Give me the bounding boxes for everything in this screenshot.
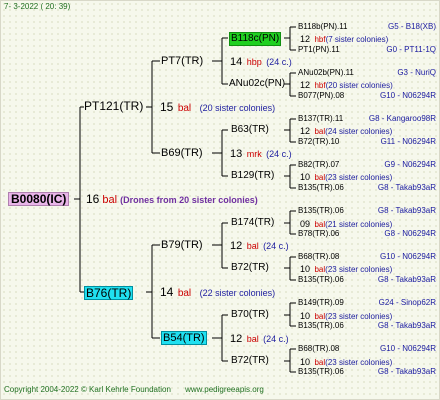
ancestor-gen4-name[interactable]: B135(TR).06 xyxy=(298,366,344,378)
gen1-2-num: 14 xyxy=(160,285,174,299)
ancestor-gen4-breeder-code: G3 - NuriQ xyxy=(397,68,436,77)
gen2-1-code: hbp xyxy=(246,57,262,67)
gen3-3-code: bal xyxy=(314,127,326,136)
queen-gen3-8[interactable]: B72(TR) xyxy=(231,355,269,367)
ancestor-gen4-name[interactable]: B135(TR).06 xyxy=(298,274,344,286)
gen2-4-info: 12 bal (24 c.) xyxy=(230,332,289,345)
gen2-3-code: bal xyxy=(246,241,259,251)
queen-gen2-3[interactable]: B79(TR) xyxy=(161,239,203,251)
gen2-2-num: 13 xyxy=(230,148,243,160)
gen2-1-note: (24 c.) xyxy=(266,57,292,67)
gen2-2-note: (24 c.) xyxy=(266,149,292,159)
gen2-2-info: 13 mrk (24 c.) xyxy=(230,147,292,160)
gen2-3-note: (24 c.) xyxy=(263,241,289,251)
gen3-2-code: hbf xyxy=(314,81,326,90)
ancestor-gen4-name[interactable]: PT1(PN).11 xyxy=(298,44,340,56)
gen1-2-info: 14 bal (22 sister colonies) xyxy=(160,286,275,300)
gen2-3-info: 12 bal (24 c.) xyxy=(230,239,289,252)
gen3-3-num: 12 xyxy=(300,126,311,136)
root-drone-count: 16 xyxy=(86,192,100,206)
gen3-4-note: (23 sister colonies) xyxy=(325,173,393,182)
copyright-text: Copyright 2004-2022 © Karl Kehrle Founda… xyxy=(4,385,171,394)
ancestor-gen4-breeder-code: G8 - Takab93aR xyxy=(377,206,436,215)
root-drone-note: (Drones from 20 sister colonies) xyxy=(120,195,258,205)
ancestor-gen4-name[interactable]: B78(TR).06 xyxy=(298,228,339,240)
ancestor-gen4-name[interactable]: B135(TR).06 xyxy=(298,182,344,194)
ancestor-gen4-breeder-code: G10 - N06294R xyxy=(379,252,436,261)
gen2-1-info: 14 hbp (24 c.) xyxy=(230,55,292,68)
gen1-2-note: (22 sister colonies) xyxy=(199,288,276,298)
gen3-2-num: 12 xyxy=(300,80,311,90)
ancestor-gen4-breeder-code: G5 - B18(XB) xyxy=(387,22,436,31)
ancestor-gen4-name[interactable]: B68(TR).08 xyxy=(298,251,339,263)
root-queen[interactable]: B0080(IC) xyxy=(8,192,70,206)
ancestor-gen4-name[interactable]: ANu02b(PN).11 xyxy=(298,67,354,79)
ancestor-gen4-breeder-code: G8 - N06294R xyxy=(384,229,436,238)
gen3-3-note: (24 sister colonies) xyxy=(325,127,393,136)
gen2-4-note: (24 c.) xyxy=(263,334,289,344)
ancestor-gen4-name[interactable]: B68(TR).08 xyxy=(298,343,339,355)
queen-gen3-7[interactable]: B70(TR) xyxy=(231,309,269,321)
root-code: bal xyxy=(102,194,118,206)
gen2-1-num: 14 xyxy=(230,56,243,68)
queen-gen3-2[interactable]: ANu02c(PN) xyxy=(229,78,285,90)
ancestor-gen4-breeder-code: G9 - N06294R xyxy=(384,160,436,169)
gen1-1-num: 15 xyxy=(160,100,174,114)
gen2-4-code: bal xyxy=(246,334,259,344)
queen-gen2-4[interactable]: B54(TR) xyxy=(161,331,207,345)
gen1-1-note: (20 sister colonies) xyxy=(199,103,276,113)
gen3-6-code: bal xyxy=(314,265,326,274)
queen-gen3-4[interactable]: B129(TR) xyxy=(231,170,274,182)
gen1-1-code: bal xyxy=(177,103,192,114)
gen3-1-code: hbf xyxy=(314,35,326,44)
gen3-6-num: 10 xyxy=(300,264,311,274)
queen-gen3-5[interactable]: B174(TR) xyxy=(231,217,274,229)
ancestor-gen4-name[interactable]: B149(TR).09 xyxy=(298,297,344,309)
queen-gen2-1[interactable]: PT7(TR) xyxy=(161,55,203,67)
gen2-2-code: mrk xyxy=(246,149,262,159)
ancestor-gen4-name[interactable]: B135(TR).06 xyxy=(298,320,344,332)
ancestor-gen4-breeder-code: G8 - Takab93aR xyxy=(377,367,436,376)
ancestor-gen4-breeder-code: G8 - Kangaroo98R xyxy=(368,114,436,123)
ancestor-gen4-name[interactable]: B72(TR).10 xyxy=(298,136,339,148)
queen-gen1-1[interactable]: PT121(TR) xyxy=(84,100,143,112)
ancestor-gen4-name[interactable]: B135(TR).06 xyxy=(298,205,344,217)
root-info: 16 bal (Drones from 20 sister colonies) xyxy=(86,193,258,206)
ancestor-gen4-breeder-code: G24 - Sinop62R xyxy=(378,298,436,307)
ancestor-gen4-name[interactable]: B137(TR).11 xyxy=(298,113,343,125)
footer: Copyright 2004-2022 © Karl Kehrle Founda… xyxy=(4,385,276,394)
ancestor-gen4-name[interactable]: B118b(PN).11 xyxy=(298,21,348,33)
website-link[interactable]: www.pedigreeapis.org xyxy=(185,385,264,394)
queen-gen1-2[interactable]: B76(TR) xyxy=(84,286,134,300)
ancestor-gen4-breeder-code: G8 - Takab93aR xyxy=(377,183,436,192)
queen-gen3-3[interactable]: B63(TR) xyxy=(231,124,269,136)
gen3-6-note: (23 sister colonies) xyxy=(325,265,393,274)
gen3-1-note: (7 sister colonies) xyxy=(325,35,389,44)
ancestor-gen4-breeder-code: G10 - N06294R xyxy=(379,344,436,353)
gen2-4-num: 12 xyxy=(230,333,243,345)
gen3-4-num: 10 xyxy=(300,172,311,182)
gen3-4-code: bal xyxy=(314,173,326,182)
gen3-1-num: 12 xyxy=(300,34,311,44)
queen-gen3-6[interactable]: B72(TR) xyxy=(231,262,269,274)
gen1-2-code: bal xyxy=(177,288,192,299)
queen-gen2-2[interactable]: B69(TR) xyxy=(161,147,203,159)
ancestor-gen4-breeder-code: G8 - Takab93aR xyxy=(377,321,436,330)
gen1-1-info: 15 bal (20 sister colonies) xyxy=(160,101,275,115)
ancestor-gen4-name[interactable]: B077(PN).08 xyxy=(298,90,344,102)
ancestor-gen4-breeder-code: G0 - PT11-1Q xyxy=(386,45,436,54)
gen2-3-num: 12 xyxy=(230,240,243,252)
ancestor-gen4-name[interactable]: B82(TR).07 xyxy=(298,159,339,171)
ancestor-gen4-breeder-code: G11 - N06294R xyxy=(380,137,436,146)
queen-gen3-1[interactable]: B118c(PN) xyxy=(229,32,282,46)
gen3-2-note: (20 sister colonies) xyxy=(325,81,393,90)
ancestor-gen4-breeder-code: G10 - N06294R xyxy=(379,91,436,100)
ancestor-gen4-breeder-code: G8 - Takab93aR xyxy=(377,275,436,284)
